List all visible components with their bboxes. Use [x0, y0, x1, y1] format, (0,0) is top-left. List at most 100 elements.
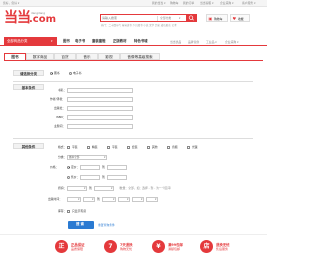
search-type-label-ebooks: 电子书 — [73, 70, 82, 75]
nav-link-youpin[interactable]: 当当优品 — [170, 40, 181, 44]
format-check-1[interactable] — [67, 145, 70, 149]
header-favorites-label: 收藏 — [238, 16, 244, 21]
nav-link-brand[interactable]: 品牌直供 — [188, 40, 199, 44]
stock-checkbox[interactable] — [67, 209, 70, 213]
price-opt-list: 定价： — [71, 165, 80, 169]
nav-item-ebooks[interactable]: 电子书 — [75, 39, 85, 43]
tab-advanced[interactable]: 音像等高级搜索 — [120, 53, 160, 60]
top-link-orders[interactable]: 我的订单 — [183, 1, 194, 5]
search-input[interactable] — [102, 15, 154, 21]
title-input[interactable] — [67, 87, 133, 93]
promo-1[interactable]: 正 正品保证 品质保障 — [55, 238, 103, 258]
tab-digital[interactable]: 数字商品 — [26, 53, 54, 60]
search-category-label: 全部分类 — [160, 15, 172, 20]
tab-general-label: 百货 — [61, 55, 69, 59]
price-list-from[interactable] — [80, 164, 100, 170]
stock-label: 库存： — [58, 209, 67, 213]
format-name-7: 光碟 — [192, 145, 198, 149]
tab-music[interactable]: 音乐 — [76, 53, 98, 60]
subject-input[interactable] — [67, 123, 133, 129]
chevron-down-icon: ▾ — [179, 15, 181, 20]
nav-item-special[interactable]: 特色书城 — [134, 39, 148, 43]
date-extra-1[interactable] — [132, 196, 144, 202]
search-type-radio-books[interactable] — [50, 71, 53, 75]
format-check-7[interactable] — [187, 145, 190, 149]
logo[interactable]: 当当 .com dangdang — [4, 11, 64, 31]
tab-books[interactable]: 图书 — [4, 53, 26, 60]
all-categories-button[interactable]: 全部商品分类 ▾ — [4, 37, 57, 46]
top-link-enterprise[interactable]: 企业采购 ▾ — [220, 1, 233, 5]
date-extra-2[interactable] — [146, 196, 158, 202]
format-name-1: 平装 — [72, 145, 78, 149]
field-label-title: 书名： — [58, 88, 67, 92]
date-from-month[interactable] — [83, 196, 95, 202]
price-sale-to[interactable] — [107, 174, 127, 180]
stock-option: 只显示有货 — [72, 209, 86, 213]
date-to-year[interactable] — [102, 196, 116, 202]
discount-to-select[interactable] — [94, 185, 114, 191]
format-name-4: 套装 — [132, 145, 138, 149]
price-sale-sep: 到 — [102, 175, 105, 179]
top-link-customer[interactable]: 客户服务 ▾ — [242, 1, 255, 5]
category-select[interactable]: 图书全部 — [67, 154, 107, 160]
price-sale-from[interactable] — [80, 174, 100, 180]
nav-item-books[interactable]: 图书 — [63, 39, 70, 43]
yen-icon: ¥ — [152, 240, 165, 253]
search-category-select[interactable]: 全部分类 ▾ — [157, 15, 185, 21]
date-to-month[interactable] — [118, 196, 130, 202]
price-list-sep: 到 — [102, 165, 105, 169]
promo-2-sub: 购物无忧 — [120, 247, 133, 251]
top-link-cart[interactable]: 购物车 — [170, 1, 178, 5]
format-check-3[interactable] — [107, 145, 110, 149]
format-check-6[interactable] — [167, 145, 170, 149]
search-submit-label: 搜 索 — [76, 222, 84, 227]
format-label: 格式： — [58, 145, 67, 149]
format-check-5[interactable] — [147, 145, 150, 149]
top-link-service[interactable]: 当当客服 ▾ — [200, 1, 213, 5]
search-type-heading: 请选择分类 — [13, 70, 44, 76]
shield-icon: 正 — [55, 240, 68, 253]
top-greeting[interactable]: 您好，您好 ▾ — [3, 1, 19, 5]
price-opt-sale: 售价： — [71, 175, 80, 179]
promo-2[interactable]: 7 7天退换 购物无忧 — [104, 238, 152, 258]
date-from-year[interactable] — [67, 196, 81, 202]
chevron-down-icon: ▾ — [51, 39, 53, 43]
date-label: 出版时间： — [48, 197, 62, 201]
nav-link-industrial[interactable]: 工业品 ▾ — [206, 40, 217, 44]
tab-advanced-label: 音像等高级搜索 — [127, 55, 153, 59]
format-check-2[interactable] — [87, 145, 90, 149]
isbn-input[interactable] — [67, 114, 133, 120]
field-label-publisher: 出版社： — [54, 106, 66, 110]
price-radio-list[interactable] — [67, 165, 70, 169]
nav-item-kids[interactable]: 童装童鞋 — [92, 39, 106, 43]
search-button[interactable] — [186, 14, 197, 22]
category-label: 分类： — [58, 155, 67, 159]
top-link-mydangdang[interactable]: 我的当当 ▾ — [152, 1, 165, 5]
search-icon — [188, 15, 194, 21]
cart-icon: ▣ — [208, 15, 213, 21]
header-favorites[interactable]: ♥ 收藏 — [230, 14, 250, 22]
hot-words[interactable]: 热门：二十四节气 当当读书 少儿图书 小说 文学 历史 成功励志 艺术 — [101, 24, 177, 28]
logo-subtitle: dangdang — [31, 11, 46, 15]
author-input[interactable] — [67, 96, 133, 102]
price-list-to[interactable] — [107, 164, 127, 170]
search-type-radio-ebooks[interactable] — [69, 71, 72, 75]
discount-from-select[interactable] — [67, 185, 87, 191]
tab-digital-label: 数字商品 — [32, 55, 48, 59]
promo-4[interactable]: 店 退换无忧 售后服务 — [200, 238, 248, 258]
promo-3[interactable]: ¥ 满99包邮 满额包邮 — [152, 238, 200, 258]
publisher-input[interactable] — [67, 105, 133, 111]
search-submit-button[interactable]: 搜 索 — [68, 221, 94, 229]
format-check-4[interactable] — [127, 145, 130, 149]
nav-item-textbooks[interactable]: 正版教材 — [113, 39, 127, 43]
nav-link-enterprise[interactable]: 企业采购 ▾ — [225, 40, 238, 44]
field-label-isbn: ISBN： — [56, 115, 66, 119]
header-cart[interactable]: ▣ 购物车 — [206, 14, 228, 22]
tab-video[interactable]: 影视 — [98, 53, 120, 60]
reset-link[interactable]: 重置查询条件 — [98, 224, 115, 227]
date-sep: 到 — [97, 197, 100, 201]
tab-general[interactable]: 百货 — [54, 53, 76, 60]
price-radio-sale[interactable] — [67, 175, 70, 179]
format-name-5: 其他 — [152, 145, 158, 149]
logo-dotcom: .com — [29, 14, 57, 25]
